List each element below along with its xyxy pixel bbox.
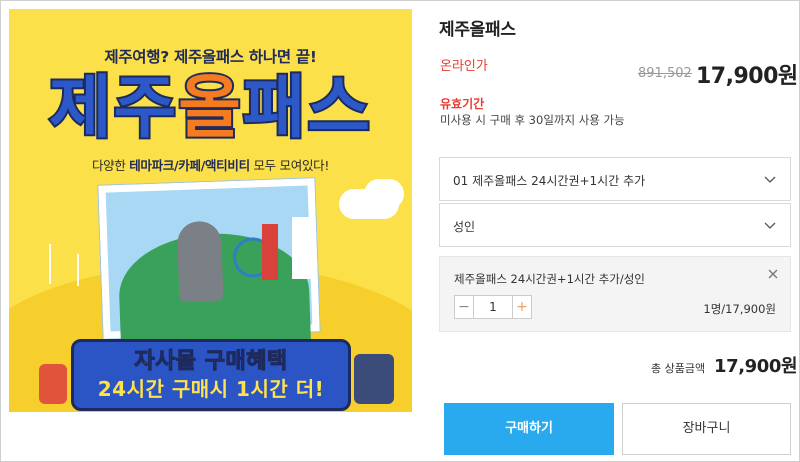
people-illustration <box>39 364 67 404</box>
product-option-value: 01 제주올패스 24시간권+1시간 추가 <box>453 174 646 188</box>
quantity-stepper: − 1 + <box>454 295 532 319</box>
selected-option-name: 제주올패스 24시간권+1시간 추가/성인 <box>454 272 645 286</box>
brand-part-1: 제주 <box>47 67 179 150</box>
brand-part-3: 패스 <box>241 67 372 150</box>
total-label: 총 상품금액 <box>651 362 706 375</box>
chevron-down-icon <box>764 176 776 183</box>
validity-label: 유효기간 <box>440 97 485 111</box>
validity-text: 미사용 시 구매 후 30일까지 사용 가능 <box>440 113 625 127</box>
selected-option-box: 제주올패스 24시간권+1시간 추가/성인 − 1 + 1명/17,900원 <box>439 256 791 332</box>
add-to-cart-button[interactable]: 장바구니 <box>622 403 791 455</box>
ticket-type-value: 성인 <box>453 220 476 234</box>
subline-suffix: 모두 모여있다! <box>253 158 330 173</box>
jeju-photo-illustration <box>98 178 320 358</box>
cyclist-illustration <box>354 354 394 404</box>
banner-brand-logo: 제주올패스 <box>9 67 412 151</box>
ribbon-subtitle: 24시간 구매시 1시간 더! <box>97 377 325 401</box>
banner-subline: 다양한 테마파크/카페/액티비티 모두 모여있다! <box>9 155 412 174</box>
subline-prefix: 다양한 <box>91 158 126 173</box>
wind-turbine-illustration <box>49 244 51 284</box>
dol-hareubang-illustration <box>176 220 224 303</box>
total-value: 17,900원 <box>714 356 798 377</box>
subline-highlight: 테마파크/카페/액티비티 <box>129 158 250 173</box>
online-price-label: 온라인가 <box>440 59 488 74</box>
line-total: 1명/17,900원 <box>703 302 776 316</box>
ticket-type-select[interactable]: 성인 <box>439 203 791 247</box>
sale-price: 17,900원 <box>696 64 798 89</box>
product-option-select[interactable]: 01 제주올패스 24시간권+1시간 추가 <box>439 157 791 201</box>
quantity-input[interactable]: 1 <box>474 295 512 319</box>
cloud-illustration <box>364 179 404 209</box>
original-price: 891,502 <box>638 66 692 81</box>
quantity-decrease-button[interactable]: − <box>454 295 474 319</box>
ribbon-title: 자사몰 구매혜택 <box>134 349 288 375</box>
red-lighthouse-illustration <box>262 224 278 280</box>
buy-button[interactable]: 구매하기 <box>444 403 614 455</box>
brand-part-2: 올 <box>176 67 243 150</box>
product-banner-image: 제주여행? 제주올패스 하나면 끝! 제주올패스 다양한 테마파크/카페/액티비… <box>9 9 412 412</box>
close-icon[interactable] <box>766 267 780 281</box>
wind-turbine-illustration <box>77 254 79 286</box>
product-title: 제주올패스 <box>439 20 516 40</box>
white-lighthouse-illustration <box>292 217 312 279</box>
chevron-down-icon <box>764 222 776 229</box>
quantity-increase-button[interactable]: + <box>512 295 532 319</box>
banner-headline: 제주여행? 제주올패스 하나면 끝! <box>104 48 317 66</box>
